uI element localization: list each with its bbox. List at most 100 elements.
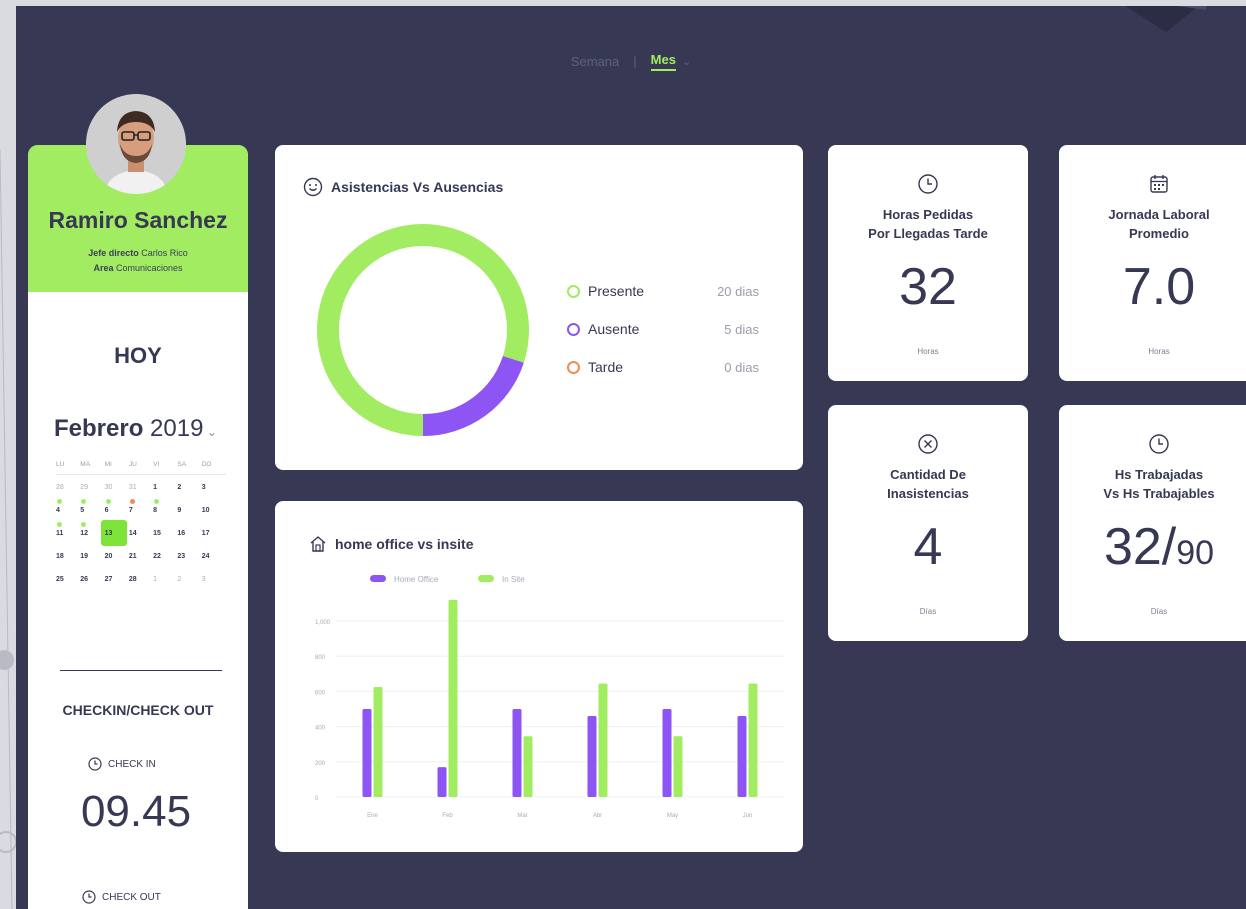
- legend-item-presente: Presente 20 dias: [567, 283, 759, 299]
- tab-semana[interactable]: Semana: [571, 54, 619, 69]
- calendar-day[interactable]: 3: [202, 575, 226, 598]
- y-tick-label: 200: [315, 761, 326, 767]
- smile-icon: [303, 177, 323, 197]
- area-name: Comunicaciones: [115, 263, 183, 273]
- weekday-label: SA: [177, 461, 187, 468]
- bar-home-office-ene: [362, 709, 372, 797]
- day-number: 1: [153, 576, 158, 583]
- attendance-dot: [57, 499, 62, 504]
- legend-value: 0 dias: [724, 359, 759, 375]
- day-number: 21: [128, 553, 137, 560]
- home-icon: [310, 536, 326, 552]
- tab-mes[interactable]: Mes: [650, 52, 676, 71]
- calendar-day[interactable]: 25: [56, 575, 80, 598]
- calendar-day[interactable]: 26: [80, 575, 104, 598]
- x-tick-label: Feb: [442, 813, 453, 819]
- bar-home-office-may: [662, 709, 672, 797]
- stat-value-main: 7.0: [1122, 258, 1196, 316]
- stat-card: Horas Pedidas Por Llegadas Tarde 32 Horas: [828, 145, 1028, 381]
- profile-boss: Jefe directo Carlos Rico: [28, 248, 248, 258]
- day-number: 29: [80, 484, 89, 491]
- bar-in-site-jun: [748, 683, 758, 797]
- stat-value-main: 32/: [1103, 518, 1177, 576]
- day-number: 14: [128, 530, 137, 537]
- calendar-day[interactable]: 21: [129, 552, 153, 575]
- weekday-label: DO: [201, 461, 212, 468]
- calendar-day[interactable]: 14: [129, 529, 153, 552]
- calendar-weekdays: LU MA MI JU VI SA DO: [56, 461, 226, 475]
- checkout-button[interactable]: CHECK OUT: [82, 890, 161, 904]
- chevron-down-icon[interactable]: ⌄: [682, 55, 691, 68]
- legend-value: 5 dias: [724, 321, 759, 337]
- stat-unit: Días: [919, 607, 937, 616]
- checkin-time: 09.45: [80, 787, 192, 836]
- clock-icon: [828, 173, 1028, 200]
- bar-home-office-abr: [587, 716, 597, 797]
- day-number: 3: [201, 484, 206, 491]
- day-number: 30: [104, 484, 113, 491]
- attendance-card: Asistencias Vs Ausencias Presente 20 dias…: [275, 145, 803, 470]
- checkin-title: CHECKIN/CHECK OUT: [62, 702, 214, 718]
- calendar-day[interactable]: 9: [177, 506, 201, 529]
- day-number: 25: [56, 576, 64, 583]
- calendar-day[interactable]: 2: [177, 575, 201, 598]
- attendance-donut: [317, 224, 529, 436]
- day-number: 28: [56, 484, 64, 491]
- calendar-day[interactable]: 17: [202, 529, 226, 552]
- y-tick-label: 0: [315, 796, 319, 802]
- calendar-day[interactable]: 2: [177, 483, 201, 506]
- day-number: 2: [177, 576, 182, 583]
- y-tick-label: 400: [315, 726, 326, 732]
- bar-in-site-mar: [523, 736, 533, 797]
- calendar-day[interactable]: 20: [105, 552, 129, 575]
- calendar-day[interactable]: 10: [202, 506, 226, 529]
- stat-card: Jornada Laboral Promedio 7.0 Horas: [1059, 145, 1246, 381]
- day-number: 9: [177, 507, 182, 514]
- calendar-day[interactable]: 11: [56, 522, 80, 552]
- tab-separator: |: [633, 54, 637, 69]
- calendar-day[interactable]: 1: [153, 575, 177, 598]
- stat-unit: Días: [1150, 607, 1168, 616]
- calendar-day[interactable]: 8: [153, 499, 177, 529]
- weekday-label: LU: [56, 461, 65, 468]
- calendar-day[interactable]: 7: [128, 499, 153, 529]
- stat-title-line: Por Llegadas Tarde: [868, 226, 988, 241]
- calendar-day[interactable]: 24: [202, 552, 226, 575]
- area-label: Area: [93, 263, 114, 273]
- calendar-day[interactable]: 23: [177, 552, 201, 575]
- legend-label: Home Office: [394, 575, 439, 584]
- attendance-title-text: Asistencias Vs Ausencias: [331, 179, 504, 195]
- calendar: LU MA MI JU VI SA DO 28 29 30 31 1 2 3 4 5 6 7 8 9 10 11 12 13…: [56, 461, 226, 598]
- stat-title: Jornada Laboral Promedio: [1059, 205, 1246, 243]
- attendance-dot: [57, 522, 62, 527]
- calendar-icon: [1059, 173, 1246, 200]
- calendar-week: 25 26 27 28 1 2 3: [56, 575, 226, 598]
- y-tick-label: 1,000: [315, 620, 331, 626]
- x-tick-label: Ene: [367, 813, 378, 819]
- calendar-day[interactable]: 18: [56, 552, 80, 575]
- calendar-day-selected[interactable]: 13: [100, 520, 129, 552]
- day-number: 28: [128, 576, 137, 583]
- y-tick-label: 600: [315, 690, 326, 696]
- chevron-down-icon[interactable]: ⌄: [203, 425, 217, 439]
- day-number: 24: [201, 553, 210, 560]
- calendar-day[interactable]: 19: [80, 552, 104, 575]
- month-selector[interactable]: Febrero 2019 ⌄: [54, 415, 217, 443]
- day-number: 13: [104, 530, 113, 537]
- day-number: 23: [177, 553, 186, 560]
- calendar-day[interactable]: 16: [177, 529, 201, 552]
- bar-in-site-feb: [448, 599, 458, 797]
- avatar: [86, 94, 186, 194]
- period-tabs: Semana | Mes ⌄: [16, 52, 1246, 71]
- checkin-button[interactable]: CHECK IN: [88, 757, 156, 771]
- weekday-label: MA: [80, 461, 91, 468]
- day-number: 7: [128, 507, 133, 514]
- clock-icon: [88, 757, 102, 771]
- clock-icon: [1059, 433, 1246, 460]
- calendar-day[interactable]: 22: [153, 552, 177, 575]
- calendar-day[interactable]: 27: [105, 575, 129, 598]
- calendar-day[interactable]: 15: [153, 529, 177, 552]
- calendar-day[interactable]: 28: [129, 575, 153, 598]
- calendar-day[interactable]: 3: [202, 483, 226, 506]
- year: 2019: [150, 415, 204, 442]
